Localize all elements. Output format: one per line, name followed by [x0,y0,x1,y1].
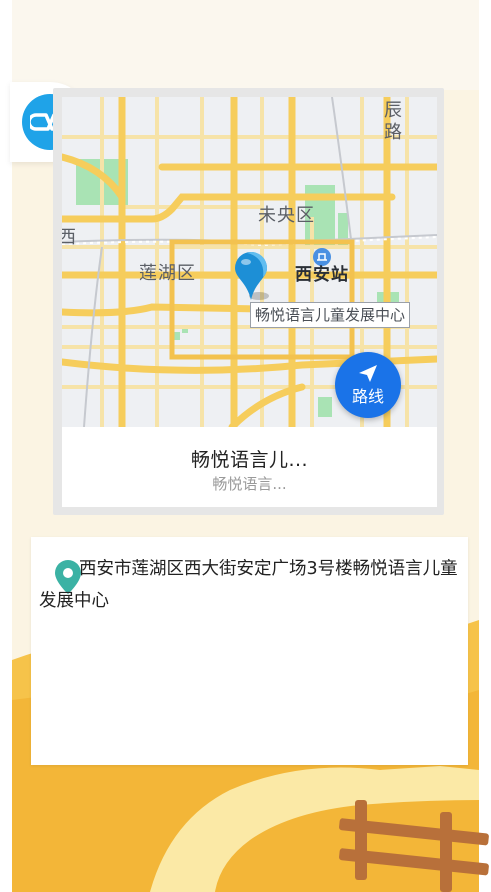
route-button-label: 路线 [351,387,384,406]
address-card: 西安市莲湖区西大街安定广场3号楼畅悦语言儿童发展中心 [31,537,468,765]
map-edge-label: 西 [62,227,77,248]
map-card: 未央区 莲湖区 辰路 西 西安站 畅悦语言儿童发展中心 路线 畅悦语言儿... … [53,88,444,515]
address-text: 西安市莲湖区西大街安定广场3号楼畅悦语言儿童发展中心 [39,559,458,611]
district-label-weiyang: 未央区 [258,205,315,226]
road-label: 辰路 [384,100,403,143]
place-subtitle: 畅悦语言... [212,475,287,493]
station-label: 西安站 [295,265,349,285]
route-button[interactable]: 路线 [335,352,401,418]
navigate-arrow-icon [359,365,377,382]
place-info-panel[interactable]: 畅悦语言儿... 畅悦语言... [62,427,437,507]
place-title: 畅悦语言儿... [190,449,309,471]
poi-callout[interactable]: 畅悦语言儿童发展中心 [250,302,411,328]
map-marker-icon[interactable] [233,250,269,302]
map-view[interactable]: 未央区 莲湖区 辰路 西 西安站 畅悦语言儿童发展中心 路线 [62,97,437,427]
district-label-lianhu: 莲湖区 [139,263,196,284]
